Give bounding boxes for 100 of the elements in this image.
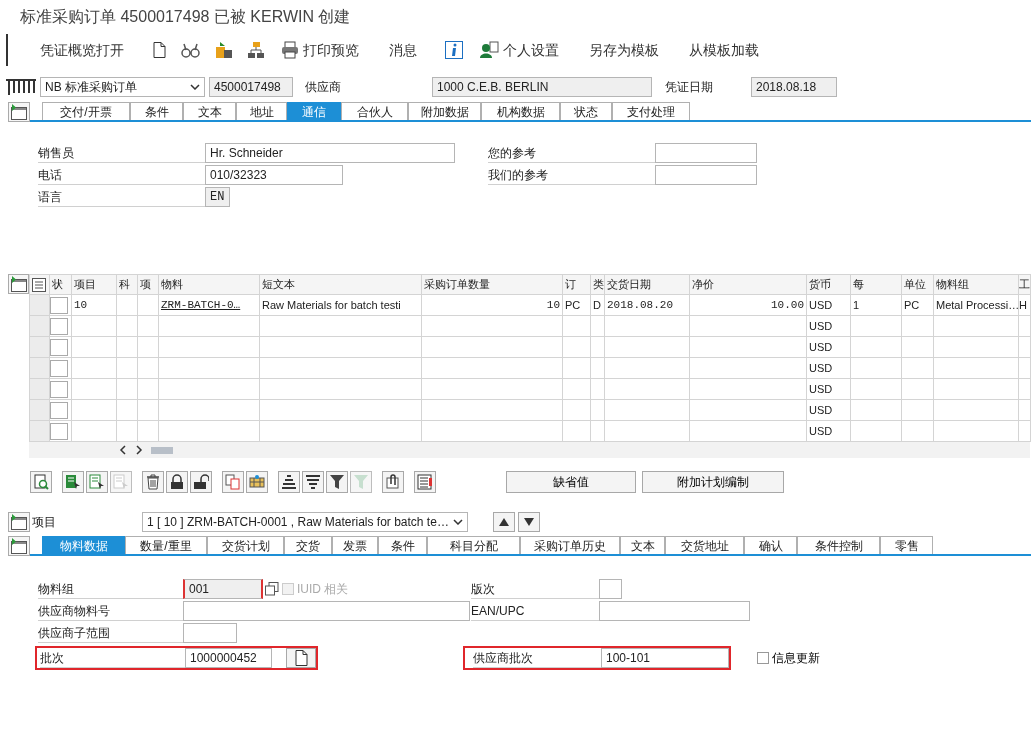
- tab[interactable]: 条件: [130, 102, 183, 120]
- toolbar-button[interactable]: 个人设置: [473, 39, 565, 61]
- column-header[interactable]: 科: [116, 274, 138, 295]
- tab[interactable]: 数量/重里: [125, 536, 207, 554]
- list-button[interactable]: [414, 471, 436, 493]
- copy-button[interactable]: [222, 471, 244, 493]
- document-arrow-icon: [89, 474, 105, 490]
- tab[interactable]: 条件: [378, 536, 427, 554]
- tab[interactable]: 零售: [880, 536, 933, 554]
- input-field[interactable]: [655, 165, 757, 185]
- select-all-button[interactable]: [62, 471, 84, 493]
- item-select[interactable]: 1 [ 10 ] ZRM-BATCH-0001 , Raw Materials for batch te…: [142, 512, 468, 532]
- column-header[interactable]: 项: [137, 274, 159, 295]
- tab[interactable]: 地址: [236, 102, 287, 120]
- checkbox[interactable]: 信息更新: [757, 649, 820, 667]
- tab[interactable]: 状态: [560, 102, 612, 120]
- tab[interactable]: 支付处理: [612, 102, 690, 120]
- tab[interactable]: 科目分配: [427, 536, 520, 554]
- tab[interactable]: 合伙人: [341, 102, 408, 120]
- input-field[interactable]: [599, 579, 622, 599]
- delete-button[interactable]: [142, 471, 164, 493]
- tab[interactable]: 交货地址: [665, 536, 744, 554]
- settings-button[interactable]: [246, 471, 268, 493]
- input-field[interactable]: 1000000452: [185, 648, 272, 668]
- toolbar-button[interactable]: 从模板加载: [683, 39, 765, 61]
- input-field[interactable]: [183, 623, 237, 643]
- scroll-left-icon: [119, 445, 127, 455]
- tab[interactable]: 物料数据: [42, 536, 125, 554]
- input-cell[interactable]: [50, 359, 68, 377]
- panel-toggle-button[interactable]: [8, 102, 30, 122]
- tab[interactable]: 交货: [284, 536, 332, 554]
- toolbar-button[interactable]: 凭证概览打开: [34, 39, 130, 61]
- table-cell: PC: [901, 294, 934, 316]
- action-button[interactable]: 缺省值: [506, 471, 636, 493]
- item-label: 项目: [32, 514, 57, 531]
- column-header[interactable]: 短文本: [259, 274, 422, 295]
- date-field[interactable]: 2018.08.18: [751, 77, 837, 97]
- panel-toggle-button[interactable]: [8, 274, 29, 294]
- scroll-thumb[interactable]: [151, 446, 173, 454]
- input-cell[interactable]: [50, 338, 68, 356]
- panel-toggle-button[interactable]: [8, 512, 30, 532]
- input-field[interactable]: [599, 601, 750, 621]
- toolbar-button[interactable]: 消息: [383, 39, 423, 61]
- input-field[interactable]: EN: [205, 187, 230, 207]
- input-cell[interactable]: [50, 401, 68, 419]
- sort-descending-button[interactable]: [302, 471, 324, 493]
- sort-ascending-button[interactable]: [278, 471, 300, 493]
- panel-toggle-button[interactable]: [8, 536, 30, 556]
- toolbar-button[interactable]: 另存为模板: [583, 39, 665, 61]
- tab[interactable]: 机构数据: [481, 102, 560, 120]
- attachment-button[interactable]: [382, 471, 404, 493]
- filter-button[interactable]: [326, 471, 348, 493]
- deselect-button[interactable]: [86, 471, 108, 493]
- column-header[interactable]: 货币: [806, 274, 851, 295]
- column-header[interactable]: 物料组: [933, 274, 1019, 295]
- tab[interactable]: 文本: [620, 536, 665, 554]
- toolbar-button[interactable]: 打印预览: [275, 39, 365, 61]
- tab[interactable]: 发票: [332, 536, 378, 554]
- unlock-button[interactable]: [190, 471, 212, 493]
- tab[interactable]: 采购订单历史: [520, 536, 620, 554]
- next-item-button[interactable]: [518, 512, 540, 532]
- detail-button[interactable]: [30, 471, 52, 493]
- column-header[interactable]: 项目: [71, 274, 117, 295]
- column-header[interactable]: 订: [562, 274, 591, 295]
- document-number-field[interactable]: 4500017498: [209, 77, 293, 97]
- tab[interactable]: 文本: [183, 102, 236, 120]
- tab[interactable]: 交货计划: [207, 536, 284, 554]
- input-field[interactable]: 100-101: [601, 648, 729, 668]
- input-cell[interactable]: [50, 380, 68, 398]
- column-header[interactable]: 每: [850, 274, 902, 295]
- document-type-select[interactable]: NB 标准采购订单: [40, 77, 205, 97]
- column-header[interactable]: 状: [49, 274, 72, 295]
- tab[interactable]: 交付/开票: [42, 102, 130, 120]
- input-field[interactable]: 001: [183, 579, 263, 599]
- input-field[interactable]: 010/32323: [205, 165, 343, 185]
- column-header[interactable]: 净价: [689, 274, 807, 295]
- input-cell[interactable]: [50, 422, 68, 440]
- column-header[interactable]: 物料: [158, 274, 260, 295]
- grid-icon: [249, 474, 265, 490]
- tab[interactable]: 通信: [287, 102, 341, 120]
- tab[interactable]: 条件控制: [797, 536, 880, 554]
- table-cell: 10: [421, 294, 563, 316]
- column-header[interactable]: 交货日期: [604, 274, 690, 295]
- lock-button[interactable]: [166, 471, 188, 493]
- document-button[interactable]: [286, 648, 316, 668]
- vendor-field[interactable]: 1000 C.E.B. BERLIN: [432, 77, 652, 97]
- column-header[interactable]: 单位: [901, 274, 934, 295]
- input-field[interactable]: [655, 143, 757, 163]
- column-header[interactable]: 采购订单数量: [421, 274, 563, 295]
- action-button[interactable]: 附加计划编制: [642, 471, 784, 493]
- table-cell: Metal Processi…: [933, 294, 1019, 316]
- tab[interactable]: 确认: [744, 536, 797, 554]
- document-arrow-icon: [65, 474, 81, 490]
- input-field[interactable]: [183, 601, 470, 621]
- input-cell[interactable]: [50, 296, 68, 314]
- document-icon: [152, 41, 167, 59]
- previous-item-button[interactable]: [493, 512, 515, 532]
- input-cell[interactable]: [50, 317, 68, 335]
- tab[interactable]: 附加数据: [408, 102, 481, 120]
- input-field[interactable]: Hr. Schneider: [205, 143, 455, 163]
